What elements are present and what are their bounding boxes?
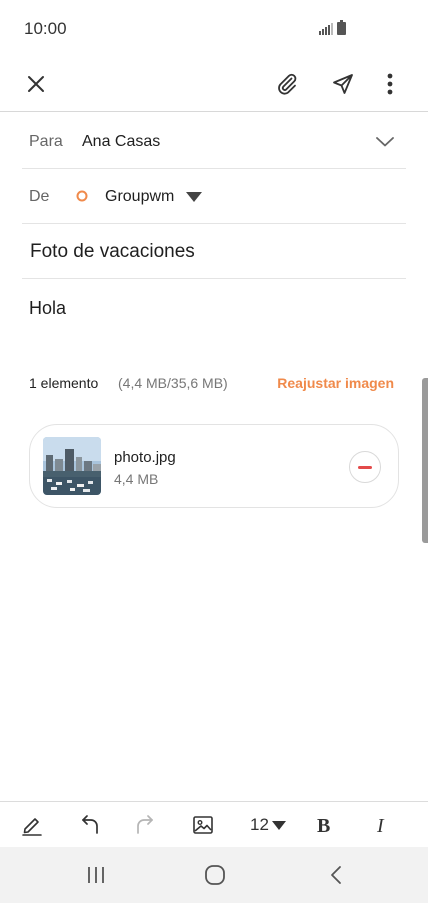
- font-size-value: 12: [250, 815, 269, 834]
- compose-app-bar: [0, 56, 428, 112]
- photo-thumbnail: [43, 437, 101, 495]
- svg-text:B: B: [317, 815, 330, 835]
- from-account[interactable]: Groupwm: [105, 188, 174, 206]
- svg-text:I: I: [376, 815, 385, 835]
- back-icon: [331, 866, 341, 884]
- attachment-total-size: (4,4 MB/35,6 MB): [118, 375, 228, 391]
- status-bar: 10:00: [0, 0, 428, 56]
- paperclip-icon: [278, 73, 297, 95]
- edge-panel-handle[interactable]: [422, 378, 428, 543]
- italic-icon: I: [376, 815, 385, 835]
- expand-recipients-button[interactable]: [372, 131, 398, 153]
- redo-icon: [137, 815, 153, 834]
- font-size-selector[interactable]: 12: [244, 810, 292, 840]
- home-icon: [205, 865, 225, 885]
- attach-button[interactable]: [270, 64, 304, 104]
- send-button[interactable]: [326, 64, 360, 104]
- to-field-row[interactable]: Para Ana Casas: [22, 113, 406, 169]
- recent-apps-button[interactable]: [80, 861, 112, 889]
- from-field-row[interactable]: De Groupwm: [22, 169, 406, 224]
- close-button[interactable]: [20, 64, 52, 104]
- account-dot-icon: [76, 190, 88, 202]
- system-navigation-bar: [0, 847, 428, 903]
- home-button[interactable]: [199, 861, 231, 889]
- bold-button[interactable]: B: [312, 810, 336, 840]
- more-options-button[interactable]: [378, 64, 402, 104]
- back-button[interactable]: [320, 861, 352, 889]
- undo-button[interactable]: [77, 810, 101, 840]
- italic-button[interactable]: I: [370, 810, 394, 840]
- chevron-down-icon: [376, 137, 394, 147]
- attachment-filename: photo.jpg: [114, 449, 176, 466]
- subject-input[interactable]: Foto de vacaciones: [30, 241, 195, 263]
- status-icons: [319, 20, 346, 35]
- resize-image-button[interactable]: Reajustar imagen: [277, 375, 394, 391]
- from-label: De: [29, 188, 50, 205]
- signal-icon: [319, 23, 333, 35]
- pen-button[interactable]: [20, 810, 44, 840]
- dropdown-triangle-icon: [271, 820, 286, 830]
- recent-apps-icon: [88, 867, 104, 883]
- more-vertical-icon: [387, 73, 393, 95]
- attachment-filesize: 4,4 MB: [114, 471, 159, 487]
- redo-button[interactable]: [134, 810, 158, 840]
- to-recipient[interactable]: Ana Casas: [82, 133, 160, 151]
- remove-attachment-button[interactable]: [349, 451, 381, 483]
- pen-icon: [22, 818, 42, 836]
- attachment-item[interactable]: photo.jpg 4,4 MB: [29, 424, 399, 508]
- attachment-count: 1 elemento: [29, 375, 99, 391]
- bold-icon: B: [317, 815, 330, 835]
- send-icon: [333, 74, 353, 94]
- image-icon: [193, 816, 213, 834]
- close-icon: [28, 76, 44, 92]
- dropdown-triangle-icon[interactable]: [186, 192, 202, 202]
- message-body[interactable]: Hola: [29, 298, 66, 319]
- undo-icon: [82, 815, 98, 834]
- battery-icon: [337, 20, 346, 35]
- status-time: 10:00: [24, 19, 67, 38]
- formatting-toolbar: 12 B I: [0, 801, 428, 847]
- to-label: Para: [29, 133, 63, 150]
- insert-image-button[interactable]: [191, 810, 215, 840]
